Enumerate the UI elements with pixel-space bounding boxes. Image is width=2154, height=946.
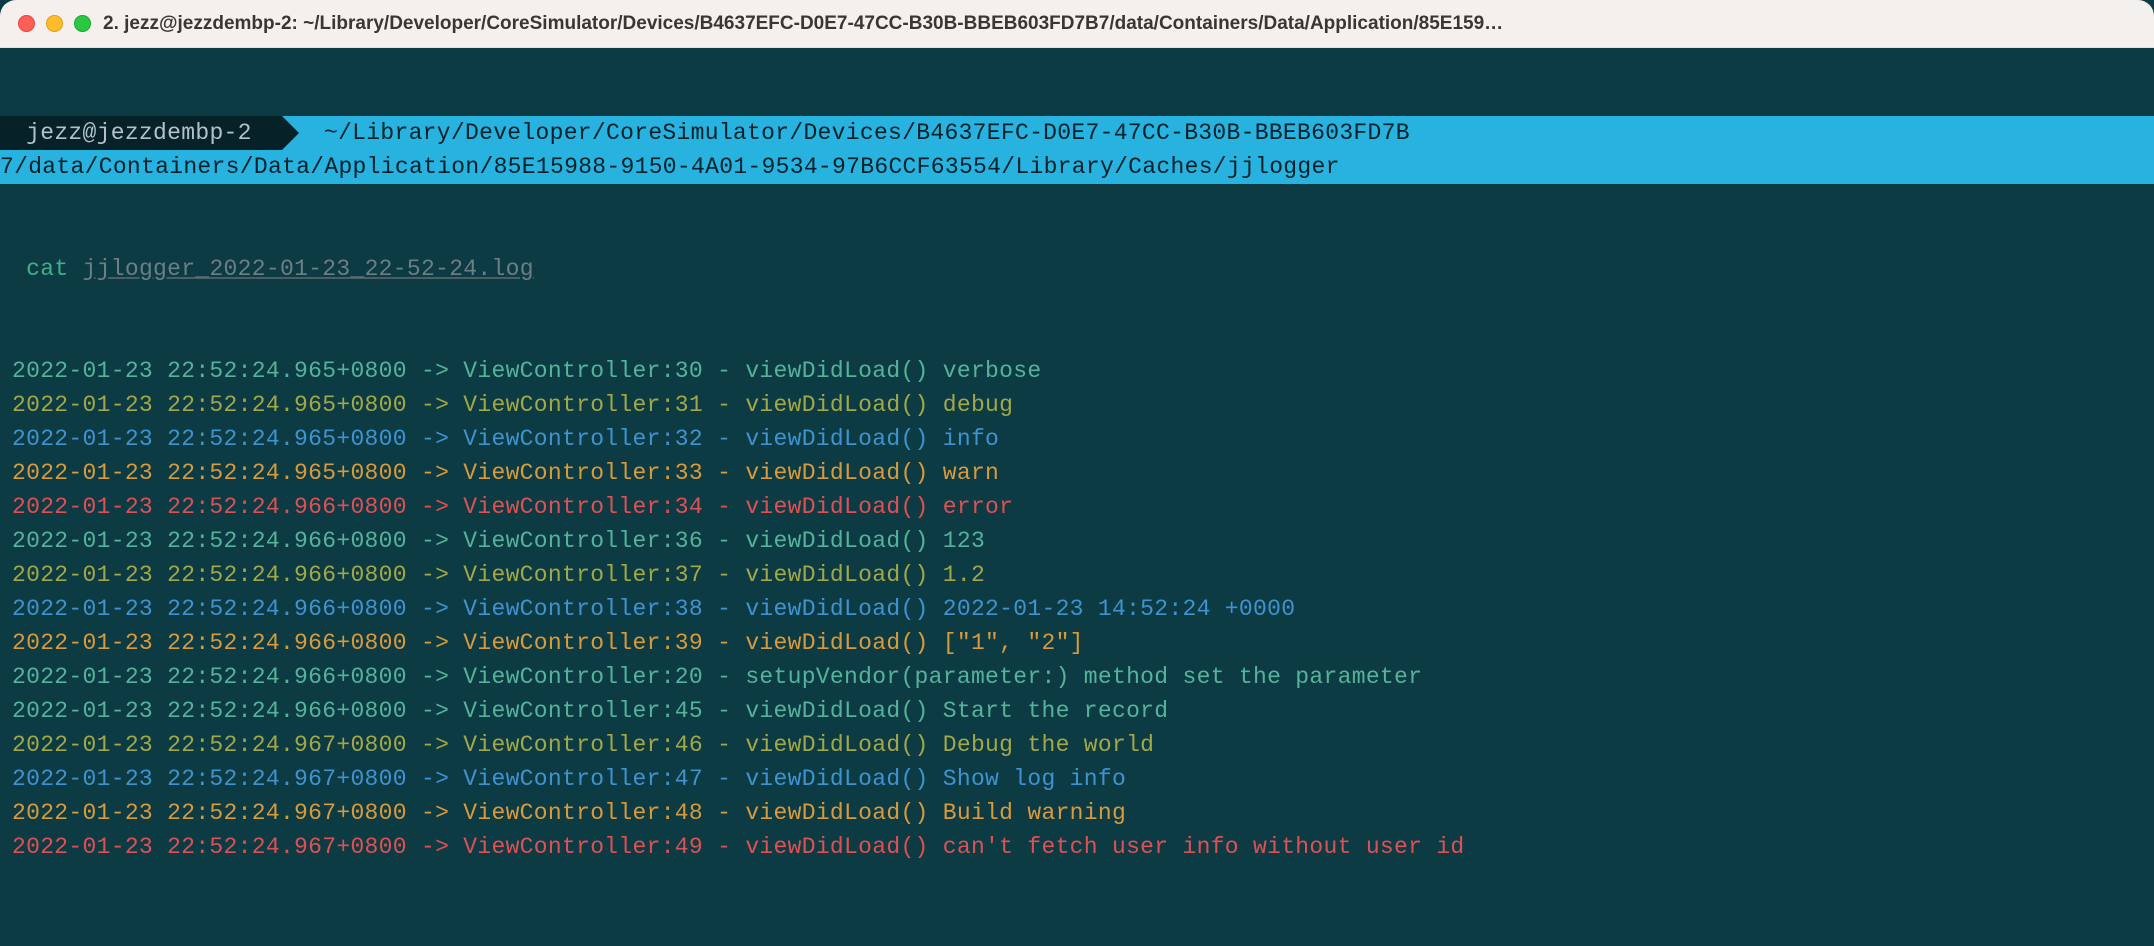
log-line: 2022-01-23 22:52:24.966+0800 -> ViewCont…	[0, 558, 2154, 592]
log-line: 2022-01-23 22:52:24.965+0800 -> ViewCont…	[0, 388, 2154, 422]
log-line: 2022-01-23 22:52:24.967+0800 -> ViewCont…	[0, 728, 2154, 762]
command-name: cat	[12, 256, 68, 282]
maximize-icon[interactable]	[74, 15, 91, 32]
log-line: 2022-01-23 22:52:24.967+0800 -> ViewCont…	[0, 830, 2154, 864]
log-line: 2022-01-23 22:52:24.966+0800 -> ViewCont…	[0, 694, 2154, 728]
minimize-icon[interactable]	[46, 15, 63, 32]
command-argument: jjlogger_2022-01-23_22-52-24.log	[83, 256, 534, 282]
prompt-path-segment-wrap: 7/data/Containers/Data/Application/85E15…	[0, 150, 2154, 184]
prompt-user-segment: jezz@jezzdembp-2	[0, 116, 282, 150]
log-line: 2022-01-23 22:52:24.966+0800 -> ViewCont…	[0, 660, 2154, 694]
log-line: 2022-01-23 22:52:24.966+0800 -> ViewCont…	[0, 626, 2154, 660]
command-line: cat jjlogger_2022-01-23_22-52-24.log	[0, 252, 2154, 286]
log-output: 2022-01-23 22:52:24.965+0800 -> ViewCont…	[0, 354, 2154, 864]
log-line: 2022-01-23 22:52:24.966+0800 -> ViewCont…	[0, 592, 2154, 626]
log-line: 2022-01-23 22:52:24.967+0800 -> ViewCont…	[0, 762, 2154, 796]
window-titlebar: 2. jezz@jezzdembp-2: ~/Library/Developer…	[0, 0, 2154, 48]
log-line: 2022-01-23 22:52:24.965+0800 -> ViewCont…	[0, 422, 2154, 456]
close-icon[interactable]	[18, 15, 35, 32]
log-line: 2022-01-23 22:52:24.965+0800 -> ViewCont…	[0, 354, 2154, 388]
traffic-lights	[18, 15, 91, 32]
window-title: 2. jezz@jezzdembp-2: ~/Library/Developer…	[103, 13, 2136, 35]
log-line: 2022-01-23 22:52:24.965+0800 -> ViewCont…	[0, 456, 2154, 490]
log-line: 2022-01-23 22:52:24.967+0800 -> ViewCont…	[0, 796, 2154, 830]
prompt-path-segment: ~/Library/Developer/CoreSimulator/Device…	[282, 116, 2154, 150]
terminal-body[interactable]: jezz@jezzdembp-2 ~/Library/Developer/Cor…	[0, 48, 2154, 898]
log-line: 2022-01-23 22:52:24.966+0800 -> ViewCont…	[0, 524, 2154, 558]
prompt-line: jezz@jezzdembp-2 ~/Library/Developer/Cor…	[0, 116, 2154, 184]
log-line: 2022-01-23 22:52:24.966+0800 -> ViewCont…	[0, 490, 2154, 524]
